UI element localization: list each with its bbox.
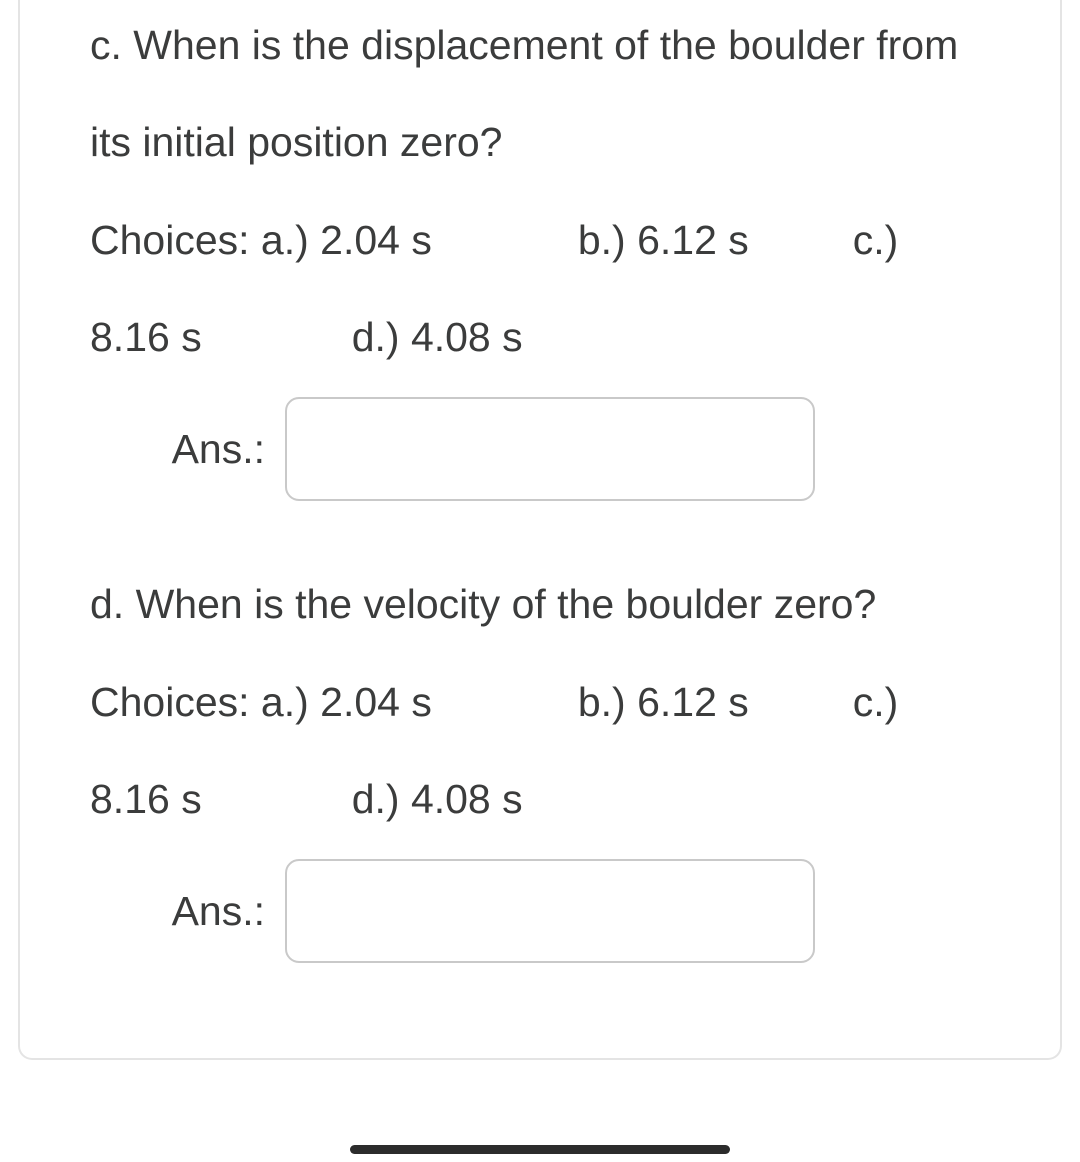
choice-d: d.) 4.08 s [352,310,523,365]
choice-a: Choices: a.) 2.04 s [90,213,432,268]
choices-row-2: 8.16 s d.) 4.08 s [90,772,990,827]
spacer [749,213,853,268]
choices-row-2: 8.16 s d.) 4.08 s [90,310,990,365]
spacer [432,213,578,268]
answer-label: Ans.: [90,884,285,939]
question-prompt: d. When is the velocity of the boulder z… [90,559,990,632]
choices-row-1: Choices: a.) 2.04 s b.) 6.12 s c.) [90,213,990,268]
answer-input-c[interactable] [285,397,815,501]
answer-label: Ans.: [90,422,285,477]
scrollbar-thumb[interactable] [350,1145,730,1154]
choice-c-label: c.) [853,675,899,730]
choice-b: b.) 6.12 s [578,675,749,730]
question-block-d: d. When is the velocity of the boulder z… [90,559,990,963]
spacer [202,772,352,827]
choice-c-value: 8.16 s [90,310,202,365]
answer-row: Ans.: [90,397,990,501]
choice-c-label: c.) [853,213,899,268]
spacer [202,310,352,365]
choice-b: b.) 6.12 s [578,213,749,268]
answer-input-d[interactable] [285,859,815,963]
question-block-c: c. When is the displacement of the bould… [90,0,990,501]
horizontal-scrollbar[interactable] [0,1138,1080,1162]
choice-a: Choices: a.) 2.04 s [90,675,432,730]
spacer [749,675,853,730]
question-prompt-line: d. When is the velocity of the boulder z… [90,577,990,632]
question-prompt: c. When is the displacement of the bould… [90,0,990,171]
question-prompt-line: c. When is the displacement of the bould… [90,18,990,73]
choice-d: d.) 4.08 s [352,772,523,827]
answer-row: Ans.: [90,859,990,963]
question-prompt-line: its initial position zero? [90,115,990,170]
spacer [432,675,578,730]
choice-c-value: 8.16 s [90,772,202,827]
choices-row-1: Choices: a.) 2.04 s b.) 6.12 s c.) [90,675,990,730]
question-card: c. When is the displacement of the bould… [18,0,1062,1060]
